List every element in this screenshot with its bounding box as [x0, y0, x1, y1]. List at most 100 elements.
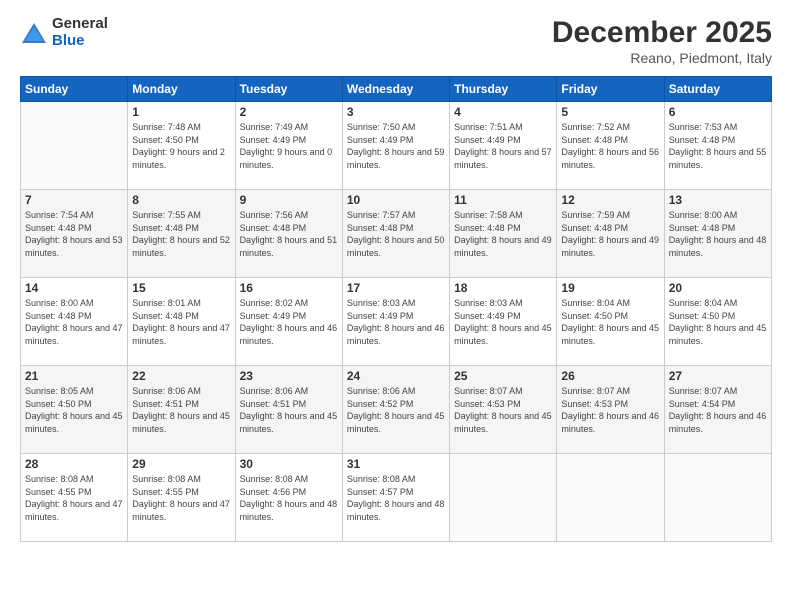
title-area: December 2025 Reano, Piedmont, Italy [552, 16, 772, 66]
logo-general-text: General [52, 16, 108, 33]
day-info: Sunrise: 8:07 AMSunset: 4:53 PMDaylight:… [454, 385, 552, 435]
calendar-week-row: 7 Sunrise: 7:54 AMSunset: 4:48 PMDaylight… [21, 190, 772, 278]
day-number: 17 [347, 281, 445, 295]
calendar-cell: 18 Sunrise: 8:03 AMSunset: 4:49 PMDayligh… [450, 278, 557, 366]
calendar-cell: 23Sunrise: 8:06 AMSunset: 4:51 PMDayligh… [235, 366, 342, 454]
calendar-cell: 3Sunrise: 7:50 AMSunset: 4:49 PMDaylight… [342, 102, 449, 190]
day-number: 31 [347, 457, 445, 471]
day-number: 20 [669, 281, 767, 295]
calendar-header-row: SundayMondayTuesdayWednesdayThursdayFrid… [21, 77, 772, 102]
day-info: Sunrise: 8:06 AMSunset: 4:51 PMDaylight:… [132, 385, 230, 435]
day-number: 25 [454, 369, 552, 383]
calendar-cell [21, 102, 128, 190]
day-number: 15 [132, 281, 230, 295]
col-header-saturday: Saturday [664, 77, 771, 102]
calendar-cell: 10Sunrise: 7:57 AMSunset: 4:48 PMDayligh… [342, 190, 449, 278]
calendar-cell: 25 Sunrise: 8:07 AMSunset: 4:53 PMDayligh… [450, 366, 557, 454]
day-info: Sunrise: 8:04 AMSunset: 4:50 PMDaylight:… [669, 297, 767, 347]
day-number: 2 [240, 105, 338, 119]
day-number: 3 [347, 105, 445, 119]
calendar-cell: 22 Sunrise: 8:06 AMSunset: 4:51 PMDayligh… [128, 366, 235, 454]
calendar-cell: 11 Sunrise: 7:58 AMSunset: 4:48 PMDayligh… [450, 190, 557, 278]
day-number: 14 [25, 281, 123, 295]
day-info: Sunrise: 7:59 AMSunset: 4:48 PMDaylight:… [561, 209, 659, 259]
day-info: Sunrise: 8:03 AMSunset: 4:49 PMDaylight:… [347, 297, 445, 347]
calendar-cell: 2 Sunrise: 7:49 AMSunset: 4:49 PMDaylight… [235, 102, 342, 190]
logo-icon [20, 19, 48, 47]
day-info: Sunrise: 7:55 AMSunset: 4:48 PMDaylight:… [132, 209, 230, 259]
day-number: 1 [132, 105, 230, 119]
day-number: 8 [132, 193, 230, 207]
calendar-cell: 19 Sunrise: 8:04 AMSunset: 4:50 PMDayligh… [557, 278, 664, 366]
day-info: Sunrise: 7:58 AMSunset: 4:48 PMDaylight:… [454, 209, 552, 259]
col-header-thursday: Thursday [450, 77, 557, 102]
day-info: Sunrise: 7:52 AMSunset: 4:48 PMDaylight:… [561, 121, 659, 171]
col-header-sunday: Sunday [21, 77, 128, 102]
day-number: 4 [454, 105, 552, 119]
calendar-cell: 1 Sunrise: 7:48 AMSunset: 4:50 PMDaylight… [128, 102, 235, 190]
day-number: 24 [347, 369, 445, 383]
day-info: Sunrise: 8:08 AMSunset: 4:55 PMDaylight:… [25, 473, 123, 523]
day-info: Sunrise: 7:49 AMSunset: 4:49 PMDaylight:… [240, 121, 338, 171]
day-info: Sunrise: 8:03 AMSunset: 4:49 PMDaylight:… [454, 297, 552, 347]
day-info: Sunrise: 8:07 AMSunset: 4:53 PMDaylight:… [561, 385, 659, 435]
day-number: 5 [561, 105, 659, 119]
calendar-cell [557, 454, 664, 542]
day-info: Sunrise: 8:00 AMSunset: 4:48 PMDaylight:… [25, 297, 123, 347]
calendar-week-row: 14 Sunrise: 8:00 AMSunset: 4:48 PMDayligh… [21, 278, 772, 366]
day-number: 18 [454, 281, 552, 295]
day-number: 23 [240, 369, 338, 383]
page: General Blue December 2025 Reano, Piedmo… [0, 0, 792, 612]
day-info: Sunrise: 7:53 AMSunset: 4:48 PMDaylight:… [669, 121, 767, 171]
day-number: 7 [25, 193, 123, 207]
col-header-friday: Friday [557, 77, 664, 102]
calendar-week-row: 1 Sunrise: 7:48 AMSunset: 4:50 PMDaylight… [21, 102, 772, 190]
day-info: Sunrise: 8:02 AMSunset: 4:49 PMDaylight:… [240, 297, 338, 347]
calendar-cell [664, 454, 771, 542]
calendar-cell: 30 Sunrise: 8:08 AMSunset: 4:56 PMDayligh… [235, 454, 342, 542]
day-number: 9 [240, 193, 338, 207]
calendar-cell: 21 Sunrise: 8:05 AMSunset: 4:50 PMDayligh… [21, 366, 128, 454]
calendar-cell [450, 454, 557, 542]
day-number: 22 [132, 369, 230, 383]
calendar-cell: 16 Sunrise: 8:02 AMSunset: 4:49 PMDayligh… [235, 278, 342, 366]
calendar-cell: 7 Sunrise: 7:54 AMSunset: 4:48 PMDaylight… [21, 190, 128, 278]
month-title: December 2025 [552, 16, 772, 50]
day-number: 21 [25, 369, 123, 383]
day-info: Sunrise: 8:08 AMSunset: 4:56 PMDaylight:… [240, 473, 338, 523]
calendar-cell: 4 Sunrise: 7:51 AMSunset: 4:49 PMDaylight… [450, 102, 557, 190]
day-info: Sunrise: 7:57 AMSunset: 4:48 PMDaylight:… [347, 209, 445, 259]
day-info: Sunrise: 8:05 AMSunset: 4:50 PMDaylight:… [25, 385, 123, 435]
day-number: 19 [561, 281, 659, 295]
calendar-cell: 20 Sunrise: 8:04 AMSunset: 4:50 PMDayligh… [664, 278, 771, 366]
day-info: Sunrise: 8:01 AMSunset: 4:48 PMDaylight:… [132, 297, 230, 347]
day-number: 11 [454, 193, 552, 207]
col-header-monday: Monday [128, 77, 235, 102]
day-info: Sunrise: 8:08 AMSunset: 4:57 PMDaylight:… [347, 473, 445, 523]
day-info: Sunrise: 8:07 AMSunset: 4:54 PMDaylight:… [669, 385, 767, 435]
col-header-tuesday: Tuesday [235, 77, 342, 102]
day-info: Sunrise: 8:06 AMSunset: 4:52 PMDaylight:… [347, 385, 445, 435]
day-info: Sunrise: 7:48 AMSunset: 4:50 PMDaylight:… [132, 121, 230, 171]
calendar-week-row: 28Sunrise: 8:08 AMSunset: 4:55 PMDayligh… [21, 454, 772, 542]
calendar-cell: 9Sunrise: 7:56 AMSunset: 4:48 PMDaylight… [235, 190, 342, 278]
calendar-cell: 28Sunrise: 8:08 AMSunset: 4:55 PMDayligh… [21, 454, 128, 542]
day-info: Sunrise: 7:54 AMSunset: 4:48 PMDaylight:… [25, 209, 123, 259]
day-info: Sunrise: 8:08 AMSunset: 4:55 PMDaylight:… [132, 473, 230, 523]
calendar-cell: 27Sunrise: 8:07 AMSunset: 4:54 PMDayligh… [664, 366, 771, 454]
header: General Blue December 2025 Reano, Piedmo… [20, 16, 772, 66]
calendar-cell: 17 Sunrise: 8:03 AMSunset: 4:49 PMDayligh… [342, 278, 449, 366]
calendar-cell: 26Sunrise: 8:07 AMSunset: 4:53 PMDayligh… [557, 366, 664, 454]
logo-blue-text: Blue [52, 33, 108, 50]
day-number: 30 [240, 457, 338, 471]
calendar-cell: 29Sunrise: 8:08 AMSunset: 4:55 PMDayligh… [128, 454, 235, 542]
calendar-cell: 8 Sunrise: 7:55 AMSunset: 4:48 PMDaylight… [128, 190, 235, 278]
day-number: 12 [561, 193, 659, 207]
day-info: Sunrise: 7:51 AMSunset: 4:49 PMDaylight:… [454, 121, 552, 171]
calendar-cell: 24 Sunrise: 8:06 AMSunset: 4:52 PMDayligh… [342, 366, 449, 454]
day-number: 16 [240, 281, 338, 295]
day-number: 13 [669, 193, 767, 207]
calendar-cell: 31 Sunrise: 8:08 AMSunset: 4:57 PMDayligh… [342, 454, 449, 542]
calendar-cell: 13Sunrise: 8:00 AMSunset: 4:48 PMDayligh… [664, 190, 771, 278]
day-info: Sunrise: 8:04 AMSunset: 4:50 PMDaylight:… [561, 297, 659, 347]
